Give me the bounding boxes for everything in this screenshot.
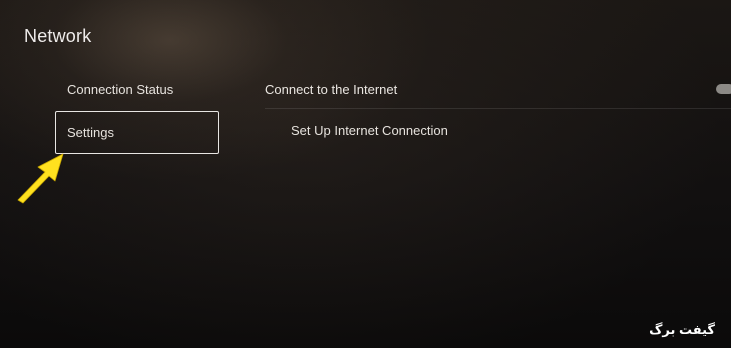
sidebar-item-connection-status[interactable]: Connection Status bbox=[67, 82, 173, 97]
connect-to-internet-label: Connect to the Internet bbox=[265, 82, 398, 97]
set-up-internet-connection-item[interactable]: Set Up Internet Connection bbox=[291, 123, 448, 138]
divider bbox=[265, 108, 731, 109]
sidebar-item-settings[interactable]: Settings bbox=[55, 111, 219, 154]
sidebar-item-label: Settings bbox=[67, 125, 114, 140]
network-settings-screen: Network Connection Status Settings Conne… bbox=[0, 0, 731, 348]
connect-to-internet-toggle[interactable] bbox=[716, 84, 731, 94]
watermark-logo: گیفت برگ bbox=[649, 322, 715, 337]
arrow-pointer-icon bbox=[17, 153, 64, 204]
page-title: Network bbox=[24, 26, 92, 46]
connect-to-internet-row[interactable]: Connect to the Internet bbox=[265, 82, 731, 109]
